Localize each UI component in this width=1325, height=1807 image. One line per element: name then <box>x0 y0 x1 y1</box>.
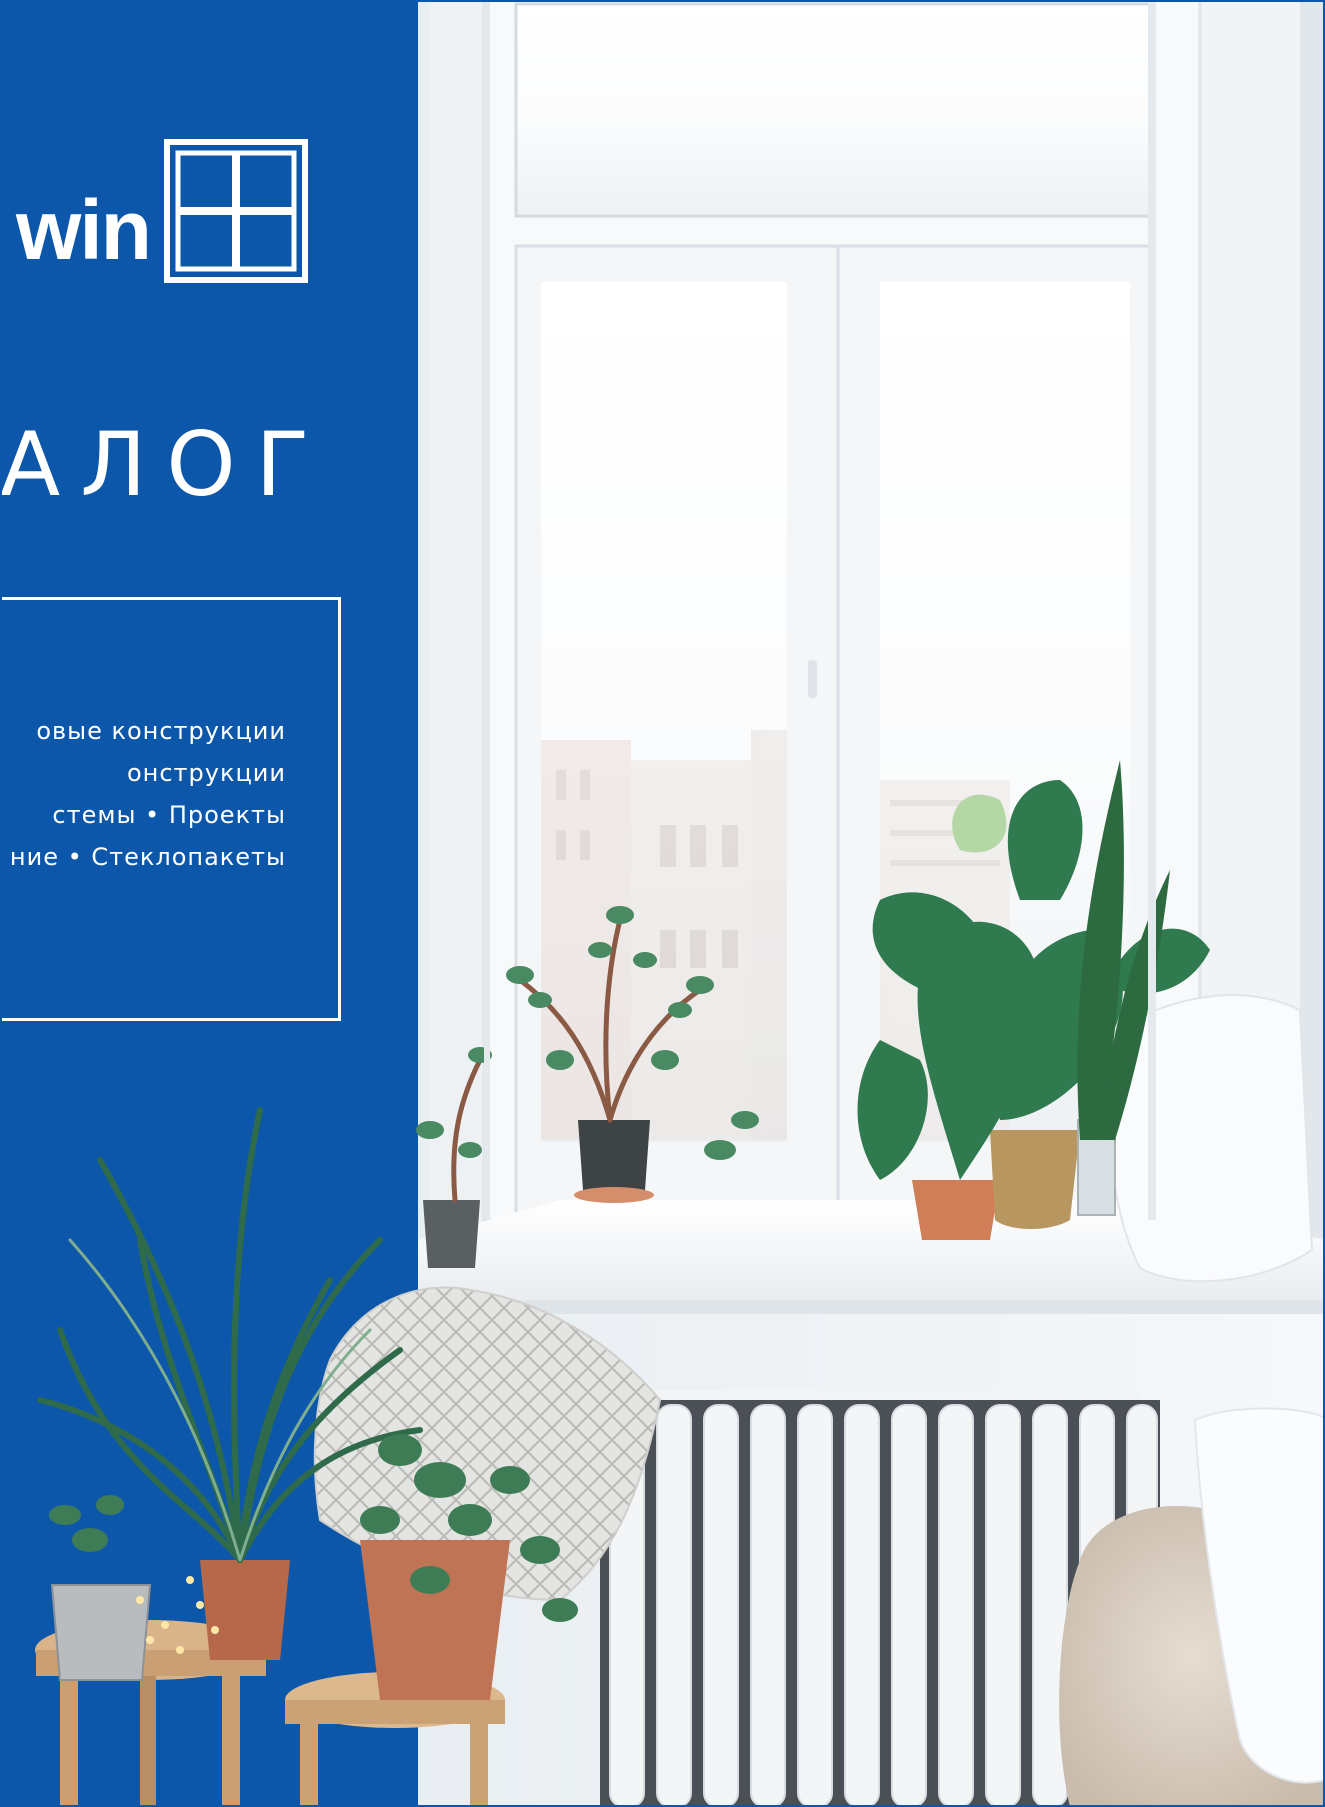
catalog-cover: win АЛОГ овые конструкции онструкции сте… <box>0 0 1325 1807</box>
window-grid-icon <box>164 139 308 283</box>
feature-line: ние • Стеклопакеты <box>9 843 286 871</box>
feature-box: овые конструкции онструкции стемы • Прое… <box>0 597 341 1021</box>
feature-line: овые конструкции <box>36 717 286 745</box>
feature-line: стемы • Проекты <box>52 801 286 829</box>
catalog-title: АЛОГ <box>0 413 330 516</box>
brand-wordmark: win <box>16 183 152 277</box>
feature-list: овые конструкции онструкции стемы • Прое… <box>10 710 286 878</box>
feature-line: онструкции <box>126 759 286 787</box>
